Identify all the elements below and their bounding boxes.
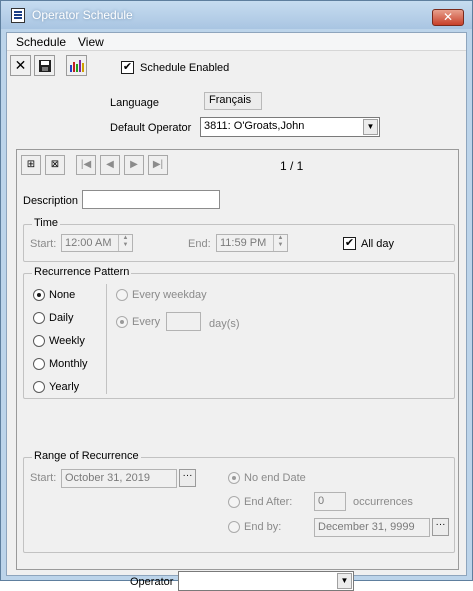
time-group: Time Start: 12:00 AM ▲ ▼ End: 11:59 PM ▲ ▼… — [23, 217, 455, 262]
default-operator-label: Default Operator — [110, 122, 192, 134]
chevron-down-icon[interactable]: ▼ — [363, 119, 378, 135]
chevron-down-icon[interactable]: ▼ — [337, 573, 352, 589]
window-title: Operator Schedule — [32, 8, 133, 22]
end-by-radio[interactable] — [228, 521, 240, 533]
every-weekday-radio[interactable] — [116, 289, 128, 301]
delete-entry-icon[interactable]: ⊠ — [45, 155, 65, 175]
default-operator-value: 3811: O'Groats,John — [204, 120, 305, 132]
occurrences-label: occurrences — [353, 496, 413, 508]
end-by-input[interactable]: December 31, 9999 — [314, 518, 430, 537]
add-entry-icon[interactable]: ⊞ — [21, 155, 41, 175]
no-end-date-radio[interactable] — [228, 472, 240, 484]
schedule-entry-panel: ⊞ ⊠ |◀ ◀ ▶ ▶| 1 / 1 Description Time Sta… — [16, 149, 459, 591]
description-label: Description — [23, 195, 79, 207]
recurrence-monthly-label: Monthly — [49, 358, 88, 370]
client-area: Schedule View ✕ ✔ Schedule Enabled Langu… — [6, 32, 467, 591]
time-end-input[interactable]: 11:59 PM ▲ ▼ — [216, 234, 288, 252]
operator-label: Operator — [130, 576, 174, 588]
recurrence-daily-label: Daily — [49, 312, 74, 324]
time-end-value: 11:59 PM — [220, 237, 267, 249]
end-after-label: End After: — [244, 496, 293, 508]
schedule-enabled-label: Schedule Enabled — [140, 62, 230, 74]
report-chart-icon[interactable] — [66, 55, 87, 76]
end-after-input[interactable]: 0 — [314, 492, 346, 511]
range-start-picker-button[interactable]: ··· — [179, 469, 196, 487]
range-of-recurrence-group: Range of Recurrence Start: October 31, 2… — [23, 450, 455, 553]
recurrence-none-label: None — [49, 289, 76, 301]
all-day-checkbox[interactable]: ✔ — [343, 237, 356, 250]
end-by-label: End by: — [244, 521, 282, 533]
no-end-date-label: No end Date — [244, 472, 306, 484]
time-start-spinner[interactable]: ▲ ▼ — [118, 235, 132, 251]
menu-view[interactable]: View — [78, 35, 104, 49]
range-start-label: Start: — [30, 472, 57, 484]
recurrence-monthly-radio[interactable] — [33, 358, 45, 370]
default-operator-dropdown[interactable]: 3811: O'Groats,John ▼ — [200, 117, 380, 137]
last-record-icon[interactable]: ▶| — [148, 155, 168, 175]
app-icon — [11, 8, 25, 23]
first-record-icon[interactable]: |◀ — [76, 155, 96, 175]
previous-record-icon[interactable]: ◀ — [100, 155, 120, 175]
close-button[interactable]: ✕ — [432, 9, 464, 26]
range-start-input[interactable]: October 31, 2019 — [61, 469, 177, 488]
recurrence-yearly-label: Yearly — [49, 381, 80, 393]
recurrence-yearly-radio[interactable] — [33, 381, 45, 393]
end-after-radio[interactable] — [228, 496, 240, 508]
recurrence-weekly-label: Weekly — [49, 335, 85, 347]
range-group-title: Range of Recurrence — [32, 450, 141, 462]
description-input[interactable] — [82, 190, 220, 209]
every-n-days-radio[interactable] — [116, 316, 128, 328]
delete-icon[interactable]: ✕ — [10, 55, 31, 76]
end-by-picker-button[interactable]: ··· — [432, 518, 449, 536]
language-value: Français — [204, 92, 262, 110]
time-start-input[interactable]: 12:00 AM ▲ ▼ — [61, 234, 133, 252]
operator-schedule-window: Operator Schedule ✕ Schedule View ✕ ✔ Sc… — [0, 0, 473, 591]
time-end-spinner[interactable]: ▲ ▼ — [273, 235, 287, 251]
record-position: 1 / 1 — [280, 159, 304, 173]
time-group-title: Time — [32, 217, 61, 229]
recurrence-group-title: Recurrence Pattern — [32, 266, 132, 278]
time-start-value: 12:00 AM — [65, 237, 112, 249]
every-days-input[interactable] — [166, 312, 201, 331]
language-label: Language — [110, 97, 159, 109]
recurrence-daily-radio[interactable] — [33, 312, 45, 324]
time-start-label: Start: — [30, 238, 57, 250]
every-weekday-label: Every weekday — [132, 289, 207, 301]
title-bar[interactable]: Operator Schedule ✕ — [1, 1, 472, 29]
recurrence-weekly-radio[interactable] — [33, 335, 45, 347]
next-record-icon[interactable]: ▶ — [124, 155, 144, 175]
recurrence-pattern-group: Recurrence Pattern None Daily Weekly Mon… — [23, 266, 455, 399]
days-label: day(s) — [209, 318, 240, 330]
menu-schedule[interactable]: Schedule — [16, 35, 66, 49]
time-end-label: End: — [188, 238, 211, 250]
schedule-enabled-checkbox[interactable]: ✔ — [121, 61, 134, 74]
save-icon[interactable] — [34, 55, 55, 76]
recurrence-none-radio[interactable] — [33, 289, 45, 301]
every-label: Every — [132, 316, 161, 328]
recurrence-divider — [106, 284, 107, 394]
all-day-label: All day — [361, 238, 395, 250]
operator-dropdown[interactable]: ▼ — [178, 571, 354, 591]
menu-bar: Schedule View — [7, 33, 466, 51]
